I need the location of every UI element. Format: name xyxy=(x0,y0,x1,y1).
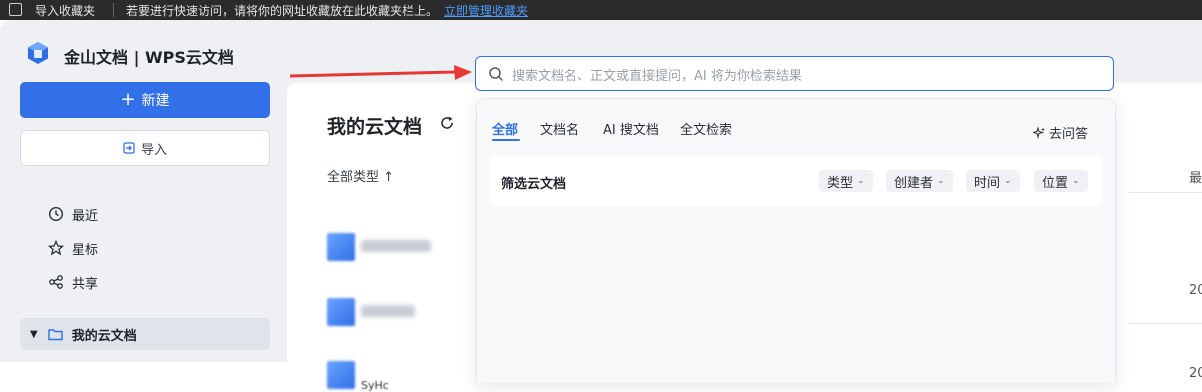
filter-label: 时间 xyxy=(974,175,1001,191)
sidebar-item-label: 最近 xyxy=(72,208,99,224)
filter-creator-dropdown[interactable]: 创建者 ⌄ xyxy=(886,170,953,192)
app-window: 金山文档 | WPS云文档 + 新建 导入 最近 星标 共享 ▼ 我的云文档 我… xyxy=(0,20,1202,392)
refresh-icon[interactable] xyxy=(439,115,455,131)
file-row[interactable]: SyHc xyxy=(327,361,487,392)
filter-type-dropdown[interactable]: 类型 ⌄ xyxy=(819,170,873,192)
chevron-down-icon: ⌄ xyxy=(857,176,865,186)
import-button[interactable]: 导入 xyxy=(20,130,270,166)
sidebar-item-label: 共享 xyxy=(72,276,99,292)
sidebar-item-shared[interactable]: 共享 xyxy=(48,271,98,293)
search-placeholder: 搜索文档名、正文或直接提问，AI 将为你检索结果 xyxy=(512,69,802,84)
row-date: 20 xyxy=(1189,366,1202,381)
file-name-blurred xyxy=(361,240,431,252)
folder-icon xyxy=(327,233,355,261)
filter-label: 创建者 xyxy=(894,175,934,191)
file-row[interactable] xyxy=(327,233,487,263)
filter-location-dropdown[interactable]: 位置 ⌄ xyxy=(1034,170,1088,192)
filter-title: 筛选云文档 xyxy=(501,177,567,192)
red-arrow-annotation xyxy=(289,65,472,80)
sidebar-item-my-cloud-docs[interactable]: ▼ 我的云文档 xyxy=(20,318,270,350)
import-bookmarks-icon[interactable] xyxy=(9,3,22,16)
ask-ai-button[interactable]: 去问答 xyxy=(1033,123,1088,142)
bookmark-hint: 若要进行快速访问，请将你的网址收藏放在此收藏夹栏上。 xyxy=(126,4,439,18)
search-icon xyxy=(489,67,503,81)
folder-icon xyxy=(48,329,63,341)
new-button-label: 新建 xyxy=(141,93,170,109)
bookmark-separator xyxy=(113,3,114,17)
tab-active-indicator xyxy=(492,139,520,141)
chevron-down-icon: ⌄ xyxy=(1004,176,1012,186)
folder-icon xyxy=(327,361,355,389)
import-icon xyxy=(123,142,135,154)
new-button[interactable]: + 新建 xyxy=(20,82,270,118)
row-divider xyxy=(1127,192,1202,193)
sidebar-item-label: 我的云文档 xyxy=(71,328,137,344)
page-title: 我的云文档 xyxy=(327,116,423,138)
bookmark-bar: 导入收藏夹 若要进行快速访问，请将你的网址收藏放在此收藏夹栏上。 立即管理收藏夹 xyxy=(0,0,1202,20)
kdocs-logo-icon xyxy=(28,42,48,64)
star-icon xyxy=(48,240,64,256)
chevron-down-icon: ⌄ xyxy=(1072,176,1080,186)
caret-down-icon[interactable]: ▼ xyxy=(30,329,38,340)
filter-label: 位置 xyxy=(1042,175,1069,191)
import-bookmarks-label[interactable]: 导入收藏夹 xyxy=(35,2,95,19)
import-button-label: 导入 xyxy=(140,142,167,158)
filter-panel: 筛选云文档 类型 ⌄ 创建者 ⌄ 时间 ⌄ 位置 ⌄ xyxy=(489,155,1103,206)
column-header-modified[interactable]: 最 xyxy=(1189,167,1202,186)
tab-ai-search[interactable]: AI 搜文档 xyxy=(603,119,659,138)
folder-icon xyxy=(327,298,355,326)
tab-fulltext[interactable]: 全文检索 xyxy=(680,119,732,138)
file-row[interactable] xyxy=(327,298,487,328)
brand-title: 金山文档 | WPS云文档 xyxy=(64,48,234,67)
ask-ai-label: 去问答 xyxy=(1049,127,1089,142)
search-input[interactable]: 搜索文档名、正文或直接提问，AI 将为你检索结果 xyxy=(475,56,1114,91)
sparkle-icon xyxy=(1033,126,1045,139)
share-icon xyxy=(49,275,63,289)
plus-icon: + xyxy=(120,89,136,110)
chevron-down-icon: ⌄ xyxy=(937,176,945,186)
sidebar-item-recent[interactable]: 最近 xyxy=(48,203,98,225)
filter-time-dropdown[interactable]: 时间 ⌄ xyxy=(966,170,1020,192)
tab-doc-name[interactable]: 文档名 xyxy=(540,119,579,138)
row-divider xyxy=(1127,323,1202,324)
sidebar-item-starred[interactable]: 星标 xyxy=(48,237,98,259)
tab-all[interactable]: 全部 xyxy=(492,119,518,138)
column-header-type[interactable]: 全部类型 ↑ xyxy=(327,166,394,185)
row-date: 20 xyxy=(1189,283,1202,298)
sidebar-item-label: 星标 xyxy=(72,242,99,258)
manage-bookmarks-link[interactable]: 立即管理收藏夹 xyxy=(444,2,528,19)
filter-label: 类型 xyxy=(827,175,854,191)
clock-icon xyxy=(48,206,64,222)
file-name-blurred xyxy=(361,305,415,317)
file-name: SyHc xyxy=(361,379,389,392)
search-dropdown: 全部 文档名 AI 搜文档 全文检索 去问答 筛选云文档 类型 ⌄ 创建者 ⌄ … xyxy=(476,98,1116,383)
